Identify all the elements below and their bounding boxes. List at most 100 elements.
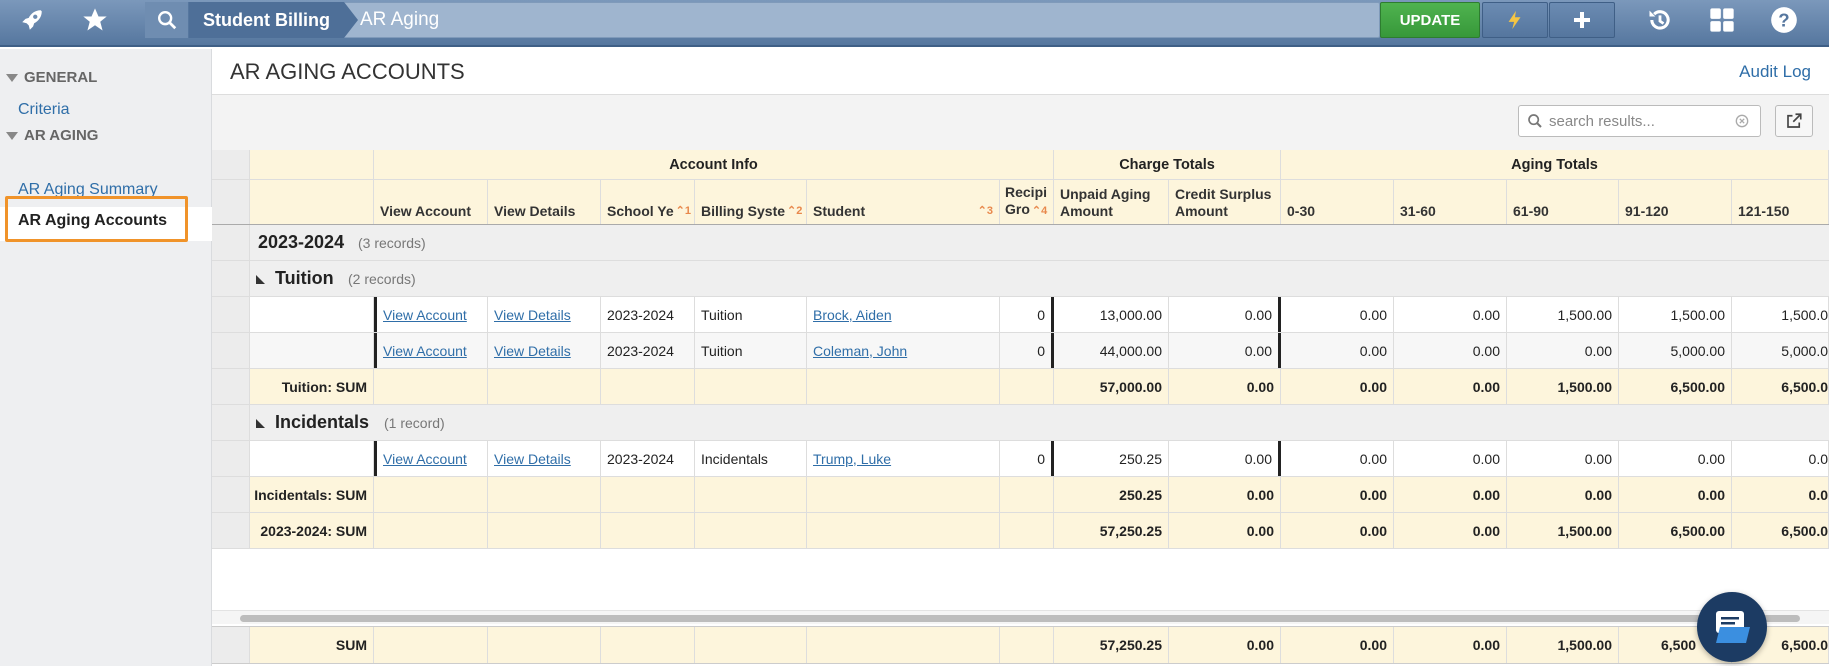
sum-credit: 0.00 — [1169, 513, 1281, 548]
sum-0-30: 0.00 — [1281, 369, 1394, 404]
expand-triangle-icon[interactable] — [256, 275, 265, 284]
cell-31-60: 0.00 — [1394, 441, 1507, 476]
star-icon[interactable] — [75, 0, 115, 40]
group-row-year[interactable]: 2023-2024 (3 records) — [212, 225, 1829, 261]
sum-121-150: 6,500.0 — [1732, 369, 1829, 404]
column-header-31-60[interactable]: 31-60 — [1394, 180, 1507, 224]
collapse-icon — [6, 73, 18, 82]
highlight-box — [5, 196, 188, 242]
sidebar-section-ar-aging[interactable]: AR AGING — [6, 127, 98, 144]
column-header-91-120[interactable]: 91-120 — [1619, 180, 1732, 224]
table-row: View Account View Details 2023-2024 Inci… — [212, 441, 1829, 477]
cell-school-year: 2023-2024 — [601, 297, 695, 332]
sidebar: GENERAL Criteria AR AGING AR Aging Summa… — [0, 49, 212, 666]
column-header-0-30[interactable]: 0-30 — [1281, 180, 1394, 224]
sidebar-item-criteria[interactable]: Criteria — [18, 101, 70, 119]
sum-unpaid: 250.25 — [1054, 477, 1169, 512]
clear-icon[interactable] — [1735, 114, 1749, 128]
student-link[interactable]: Brock, Aiden — [813, 307, 892, 323]
student-link[interactable]: Coleman, John — [813, 343, 907, 359]
view-details-link[interactable]: View Details — [494, 343, 571, 359]
export-button[interactable] — [1775, 105, 1813, 137]
column-header-61-90[interactable]: 61-90 — [1507, 180, 1619, 224]
bolt-icon — [1508, 10, 1521, 30]
column-header-school-year[interactable]: School Ye ⌃1 — [601, 180, 695, 224]
update-button[interactable]: UPDATE — [1380, 2, 1480, 38]
audit-log-link[interactable]: Audit Log — [1739, 62, 1811, 82]
grid-icon[interactable] — [1702, 0, 1742, 40]
cell-unpaid: 13,000.00 — [1054, 297, 1169, 332]
cell-0-30: 0.00 — [1281, 441, 1394, 476]
sum-row-incidentals: Incidentals: SUM 250.25 0.00 0.00 0.00 0… — [212, 477, 1829, 513]
svg-text:?: ? — [1778, 9, 1789, 30]
cell-61-90: 0.00 — [1507, 441, 1619, 476]
actions-button[interactable] — [1482, 2, 1548, 38]
column-header-student[interactable]: Student ⌃3 — [807, 180, 1000, 224]
search-icon — [1528, 114, 1542, 128]
view-account-link[interactable]: View Account — [383, 343, 467, 359]
view-details-link[interactable]: View Details — [494, 307, 571, 323]
chat-button[interactable] — [1697, 592, 1767, 662]
sum-credit: 0.00 — [1169, 369, 1281, 404]
view-account-link[interactable]: View Account — [383, 307, 467, 323]
collapse-icon — [6, 131, 18, 140]
search-button[interactable] — [145, 2, 189, 38]
cell-billing-system: Tuition — [695, 333, 807, 368]
sum-credit: 0.00 — [1169, 627, 1281, 663]
sum-31-60: 0.00 — [1394, 477, 1507, 512]
group-row-incidentals[interactable]: Incidentals (1 record) — [212, 405, 1829, 441]
rocket-icon[interactable] — [12, 0, 52, 40]
add-button[interactable] — [1549, 2, 1615, 38]
sort-asc-icon: ⌃3 — [977, 205, 993, 217]
cell-91-120: 5,000.00 — [1619, 333, 1732, 368]
sum-0-30: 0.00 — [1281, 513, 1394, 548]
cell-0-30: 0.00 — [1281, 333, 1394, 368]
top-bar: Student Billing AR Aging UPDATE ? — [0, 0, 1829, 47]
cell-recipient: 0 — [1000, 297, 1054, 332]
sum-row-tuition: Tuition: SUM 57,000.00 0.00 0.00 0.00 1,… — [212, 369, 1829, 405]
search-input[interactable] — [1549, 112, 1729, 130]
help-icon[interactable]: ? — [1764, 0, 1804, 40]
group-header-aging-totals: Aging Totals — [1281, 150, 1829, 179]
cell-credit: 0.00 — [1169, 297, 1281, 332]
cell-recipient: 0 — [1000, 333, 1054, 368]
cell-unpaid: 44,000.00 — [1054, 333, 1169, 368]
view-account-link[interactable]: View Account — [383, 451, 467, 467]
horizontal-scrollbar[interactable] — [212, 610, 1829, 624]
cell-school-year: 2023-2024 — [601, 333, 695, 368]
expand-triangle-icon[interactable] — [256, 419, 265, 428]
cell-credit: 0.00 — [1169, 441, 1281, 476]
sum-31-60: 0.00 — [1394, 513, 1507, 548]
cell-121-150: 0.0 — [1732, 441, 1829, 476]
column-header-view-account[interactable]: View Account — [374, 180, 488, 224]
cell-61-90: 0.00 — [1507, 333, 1619, 368]
plus-icon — [1574, 12, 1590, 28]
sum-row-year: 2023-2024: SUM 57,250.25 0.00 0.00 0.00 … — [212, 513, 1829, 549]
search-box — [1518, 105, 1761, 137]
sum-label: SUM — [250, 627, 374, 663]
column-header-121-150[interactable]: 121-150 — [1732, 180, 1829, 224]
column-header-billing-system[interactable]: Billing Syste ⌃2 — [695, 180, 807, 224]
cell-91-120: 0.00 — [1619, 441, 1732, 476]
cell-61-90: 1,500.00 — [1507, 297, 1619, 332]
sum-unpaid: 57,250.25 — [1054, 513, 1169, 548]
sum-61-90: 1,500.00 — [1507, 513, 1619, 548]
column-header-unpaid-aging-amount[interactable]: Unpaid Aging Amount — [1054, 180, 1169, 224]
breadcrumb-student-billing[interactable]: Student Billing — [189, 2, 358, 38]
student-link[interactable]: Trump, Luke — [813, 451, 891, 467]
group-row-tuition[interactable]: Tuition (2 records) — [212, 261, 1829, 297]
history-icon[interactable] — [1640, 0, 1680, 40]
group-header-charge-totals: Charge Totals — [1054, 150, 1281, 179]
column-header-view-details[interactable]: View Details — [488, 180, 601, 224]
column-header-credit-surplus-amount[interactable]: Credit Surplus Amount — [1169, 180, 1281, 224]
cell-31-60: 0.00 — [1394, 333, 1507, 368]
column-header-recipient-group[interactable]: Recipi Gro ⌃4 — [1000, 180, 1054, 224]
sum-label: Tuition: SUM — [250, 369, 374, 404]
sum-0-30: 0.00 — [1281, 627, 1394, 663]
view-details-link[interactable]: View Details — [494, 451, 571, 467]
cell-31-60: 0.00 — [1394, 297, 1507, 332]
sum-label: Incidentals: SUM — [250, 477, 374, 512]
data-grid: Account Info Charge Totals Aging Totals … — [212, 150, 1829, 550]
scrollbar-thumb[interactable] — [240, 615, 1800, 622]
sidebar-section-general[interactable]: GENERAL — [6, 69, 97, 86]
